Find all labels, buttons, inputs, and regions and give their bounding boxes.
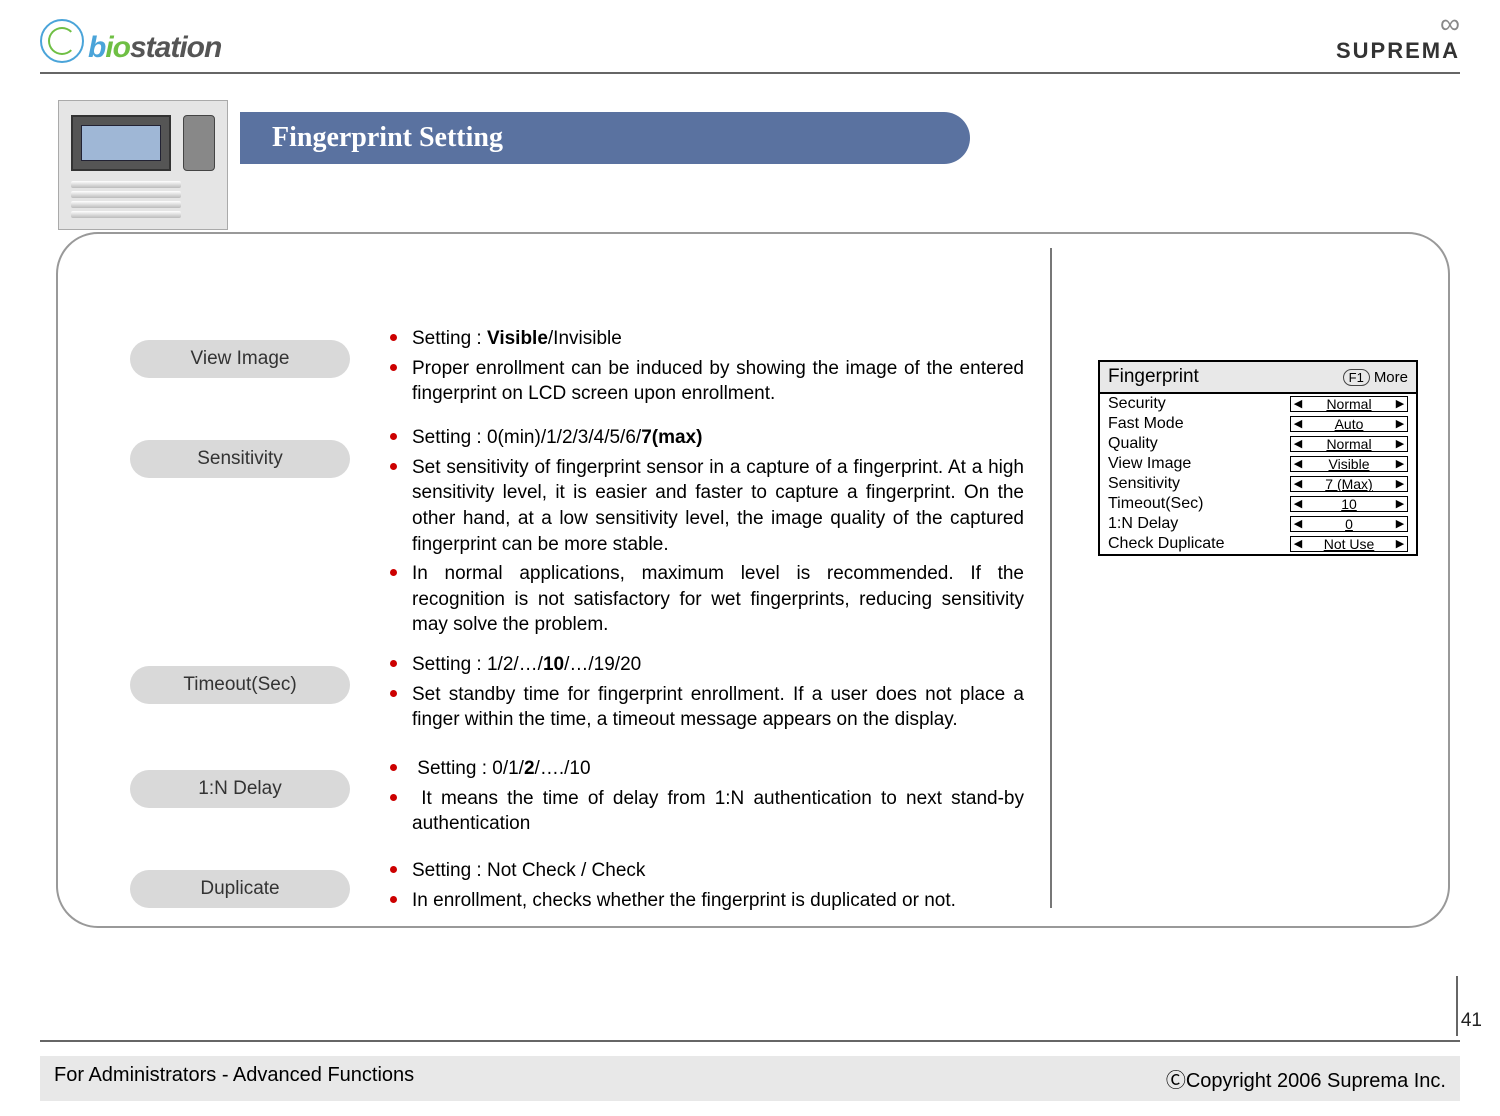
- lcd-selector[interactable]: ◀7 (Max)▶: [1290, 476, 1408, 492]
- pill-view-image: View Image: [130, 340, 350, 378]
- lcd-selector[interactable]: ◀Not Use▶: [1290, 536, 1408, 552]
- swirl-icon: [40, 19, 84, 63]
- pill-delay: 1:N Delay: [130, 770, 350, 808]
- lcd-row-label: View Image: [1108, 455, 1191, 473]
- arrow-left-icon[interactable]: ◀: [1291, 537, 1305, 551]
- arrow-right-icon[interactable]: ▶: [1393, 397, 1407, 411]
- block-timeout: Setting : 1/2/…/10/…/19/20 Set standby t…: [384, 652, 1024, 737]
- block-view-image: Setting : Visible/Invisible Proper enrol…: [384, 326, 1024, 411]
- lcd-selector[interactable]: ◀Normal▶: [1290, 436, 1408, 452]
- arrow-left-icon[interactable]: ◀: [1291, 477, 1305, 491]
- sensitivity-setting: Setting : 0(min)/1/2/3/4/5/6/7(max): [384, 425, 1024, 451]
- block-sensitivity: Setting : 0(min)/1/2/3/4/5/6/7(max) Set …: [384, 425, 1024, 642]
- content-vertical-divider: [1050, 248, 1052, 908]
- page-header: biostation ∞ SUPREMA: [0, 0, 1500, 68]
- header-divider: [40, 72, 1460, 74]
- lcd-value: Auto: [1305, 416, 1393, 432]
- f1-key-icon: F1: [1343, 369, 1370, 386]
- lcd-value: 0: [1305, 516, 1393, 532]
- logo-part-rest: station: [130, 31, 221, 64]
- arrow-right-icon[interactable]: ▶: [1393, 477, 1407, 491]
- page-number-divider: [1456, 976, 1458, 1036]
- arrow-left-icon[interactable]: ◀: [1291, 517, 1305, 531]
- lcd-row: View Image ◀Visible▶: [1100, 454, 1416, 474]
- arrow-right-icon[interactable]: ▶: [1393, 417, 1407, 431]
- page-number: 41: [1461, 1010, 1482, 1032]
- footer-right: ⒸCopyright 2006 Suprema Inc.: [1166, 1064, 1446, 1093]
- lcd-row: Quality ◀Normal▶: [1100, 434, 1416, 454]
- lcd-row: Security ◀Normal▶: [1100, 394, 1416, 414]
- company-name: SUPREMA: [1336, 38, 1460, 63]
- pill-duplicate: Duplicate: [130, 870, 350, 908]
- block-duplicate: Setting : Not Check / Check In enrollmen…: [384, 858, 1024, 917]
- lcd-more-label: More: [1374, 369, 1408, 386]
- view-image-setting: Setting : Visible/Invisible: [384, 326, 1024, 352]
- delay-setting: Setting : 0/1/2/…./10: [384, 756, 1024, 782]
- delay-desc: It means the time of delay from 1:N auth…: [384, 786, 1024, 837]
- lcd-row-label: Sensitivity: [1108, 475, 1180, 493]
- timeout-desc: Set standby time for fingerprint enrollm…: [384, 682, 1024, 733]
- logo-part-io: io: [105, 31, 130, 64]
- lcd-row-label: Security: [1108, 395, 1166, 413]
- duplicate-desc: In enrollment, checks whether the finger…: [384, 888, 1024, 914]
- device-screen-icon: [71, 115, 171, 171]
- lcd-selector[interactable]: ◀0▶: [1290, 516, 1408, 532]
- pill-sensitivity: Sensitivity: [130, 440, 350, 478]
- arrow-right-icon[interactable]: ▶: [1393, 437, 1407, 451]
- lcd-selector[interactable]: ◀Visible▶: [1290, 456, 1408, 472]
- arrow-left-icon[interactable]: ◀: [1291, 457, 1305, 471]
- logo-part-b: b: [88, 31, 105, 64]
- lcd-row-label: Fast Mode: [1108, 415, 1184, 433]
- lcd-more[interactable]: F1 More: [1343, 369, 1408, 386]
- sensitivity-desc-1: Set sensitivity of fingerprint sensor in…: [384, 455, 1024, 558]
- lcd-value: Not Use: [1305, 536, 1393, 552]
- page-footer: For Administrators - Advanced Functions …: [40, 1056, 1460, 1101]
- lcd-title: Fingerprint: [1108, 366, 1199, 388]
- lcd-row-label: 1:N Delay: [1108, 515, 1178, 533]
- block-delay: Setting : 0/1/2/…./10 It means the time …: [384, 756, 1024, 841]
- lcd-row: Check Duplicate ◀Not Use▶: [1100, 534, 1416, 554]
- device-keypad-icon: [71, 181, 181, 221]
- device-thumbnail: [58, 100, 228, 230]
- lcd-row-label: Check Duplicate: [1108, 535, 1225, 553]
- company-logo: ∞ SUPREMA: [1336, 14, 1460, 64]
- section-title: Fingerprint Setting: [272, 122, 503, 154]
- lcd-value: Normal: [1305, 436, 1393, 452]
- lcd-header: Fingerprint F1 More: [1100, 362, 1416, 394]
- lcd-value: Visible: [1305, 456, 1393, 472]
- pill-timeout: Timeout(Sec): [130, 666, 350, 704]
- duplicate-setting: Setting : Not Check / Check: [384, 858, 1024, 884]
- section-title-bar: Fingerprint Setting: [240, 112, 970, 164]
- lcd-row: Fast Mode ◀Auto▶: [1100, 414, 1416, 434]
- lcd-rows: Security◀Normal▶Fast Mode◀Auto▶Quality◀N…: [1100, 394, 1416, 554]
- lcd-row-label: Quality: [1108, 435, 1158, 453]
- lcd-row: Timeout(Sec) ◀10▶: [1100, 494, 1416, 514]
- lcd-value: 10: [1305, 496, 1393, 512]
- arrow-right-icon[interactable]: ▶: [1393, 537, 1407, 551]
- arrow-left-icon[interactable]: ◀: [1291, 497, 1305, 511]
- arrow-right-icon[interactable]: ▶: [1393, 457, 1407, 471]
- arrow-left-icon[interactable]: ◀: [1291, 397, 1305, 411]
- lcd-value: Normal: [1305, 396, 1393, 412]
- product-logo: biostation: [40, 13, 221, 65]
- arrow-left-icon[interactable]: ◀: [1291, 417, 1305, 431]
- lcd-row-label: Timeout(Sec): [1108, 495, 1203, 513]
- footer-left: For Administrators - Advanced Functions: [54, 1064, 414, 1093]
- lcd-value: 7 (Max): [1305, 476, 1393, 492]
- lcd-selector[interactable]: ◀10▶: [1290, 496, 1408, 512]
- arrow-right-icon[interactable]: ▶: [1393, 497, 1407, 511]
- lcd-preview: Fingerprint F1 More Security◀Normal▶Fast…: [1098, 360, 1418, 556]
- lcd-row: 1:N Delay ◀0▶: [1100, 514, 1416, 534]
- arrow-left-icon[interactable]: ◀: [1291, 437, 1305, 451]
- lcd-selector[interactable]: ◀Normal▶: [1290, 396, 1408, 412]
- lcd-row: Sensitivity ◀7 (Max)▶: [1100, 474, 1416, 494]
- footer-divider: [40, 1040, 1460, 1042]
- sensitivity-desc-2: In normal applications, maximum level is…: [384, 561, 1024, 638]
- lcd-selector[interactable]: ◀Auto▶: [1290, 416, 1408, 432]
- arrow-right-icon[interactable]: ▶: [1393, 517, 1407, 531]
- timeout-setting: Setting : 1/2/…/10/…/19/20: [384, 652, 1024, 678]
- infinity-icon: ∞: [1336, 14, 1460, 34]
- device-sensor-icon: [183, 115, 215, 171]
- view-image-desc: Proper enrollment can be induced by show…: [384, 356, 1024, 407]
